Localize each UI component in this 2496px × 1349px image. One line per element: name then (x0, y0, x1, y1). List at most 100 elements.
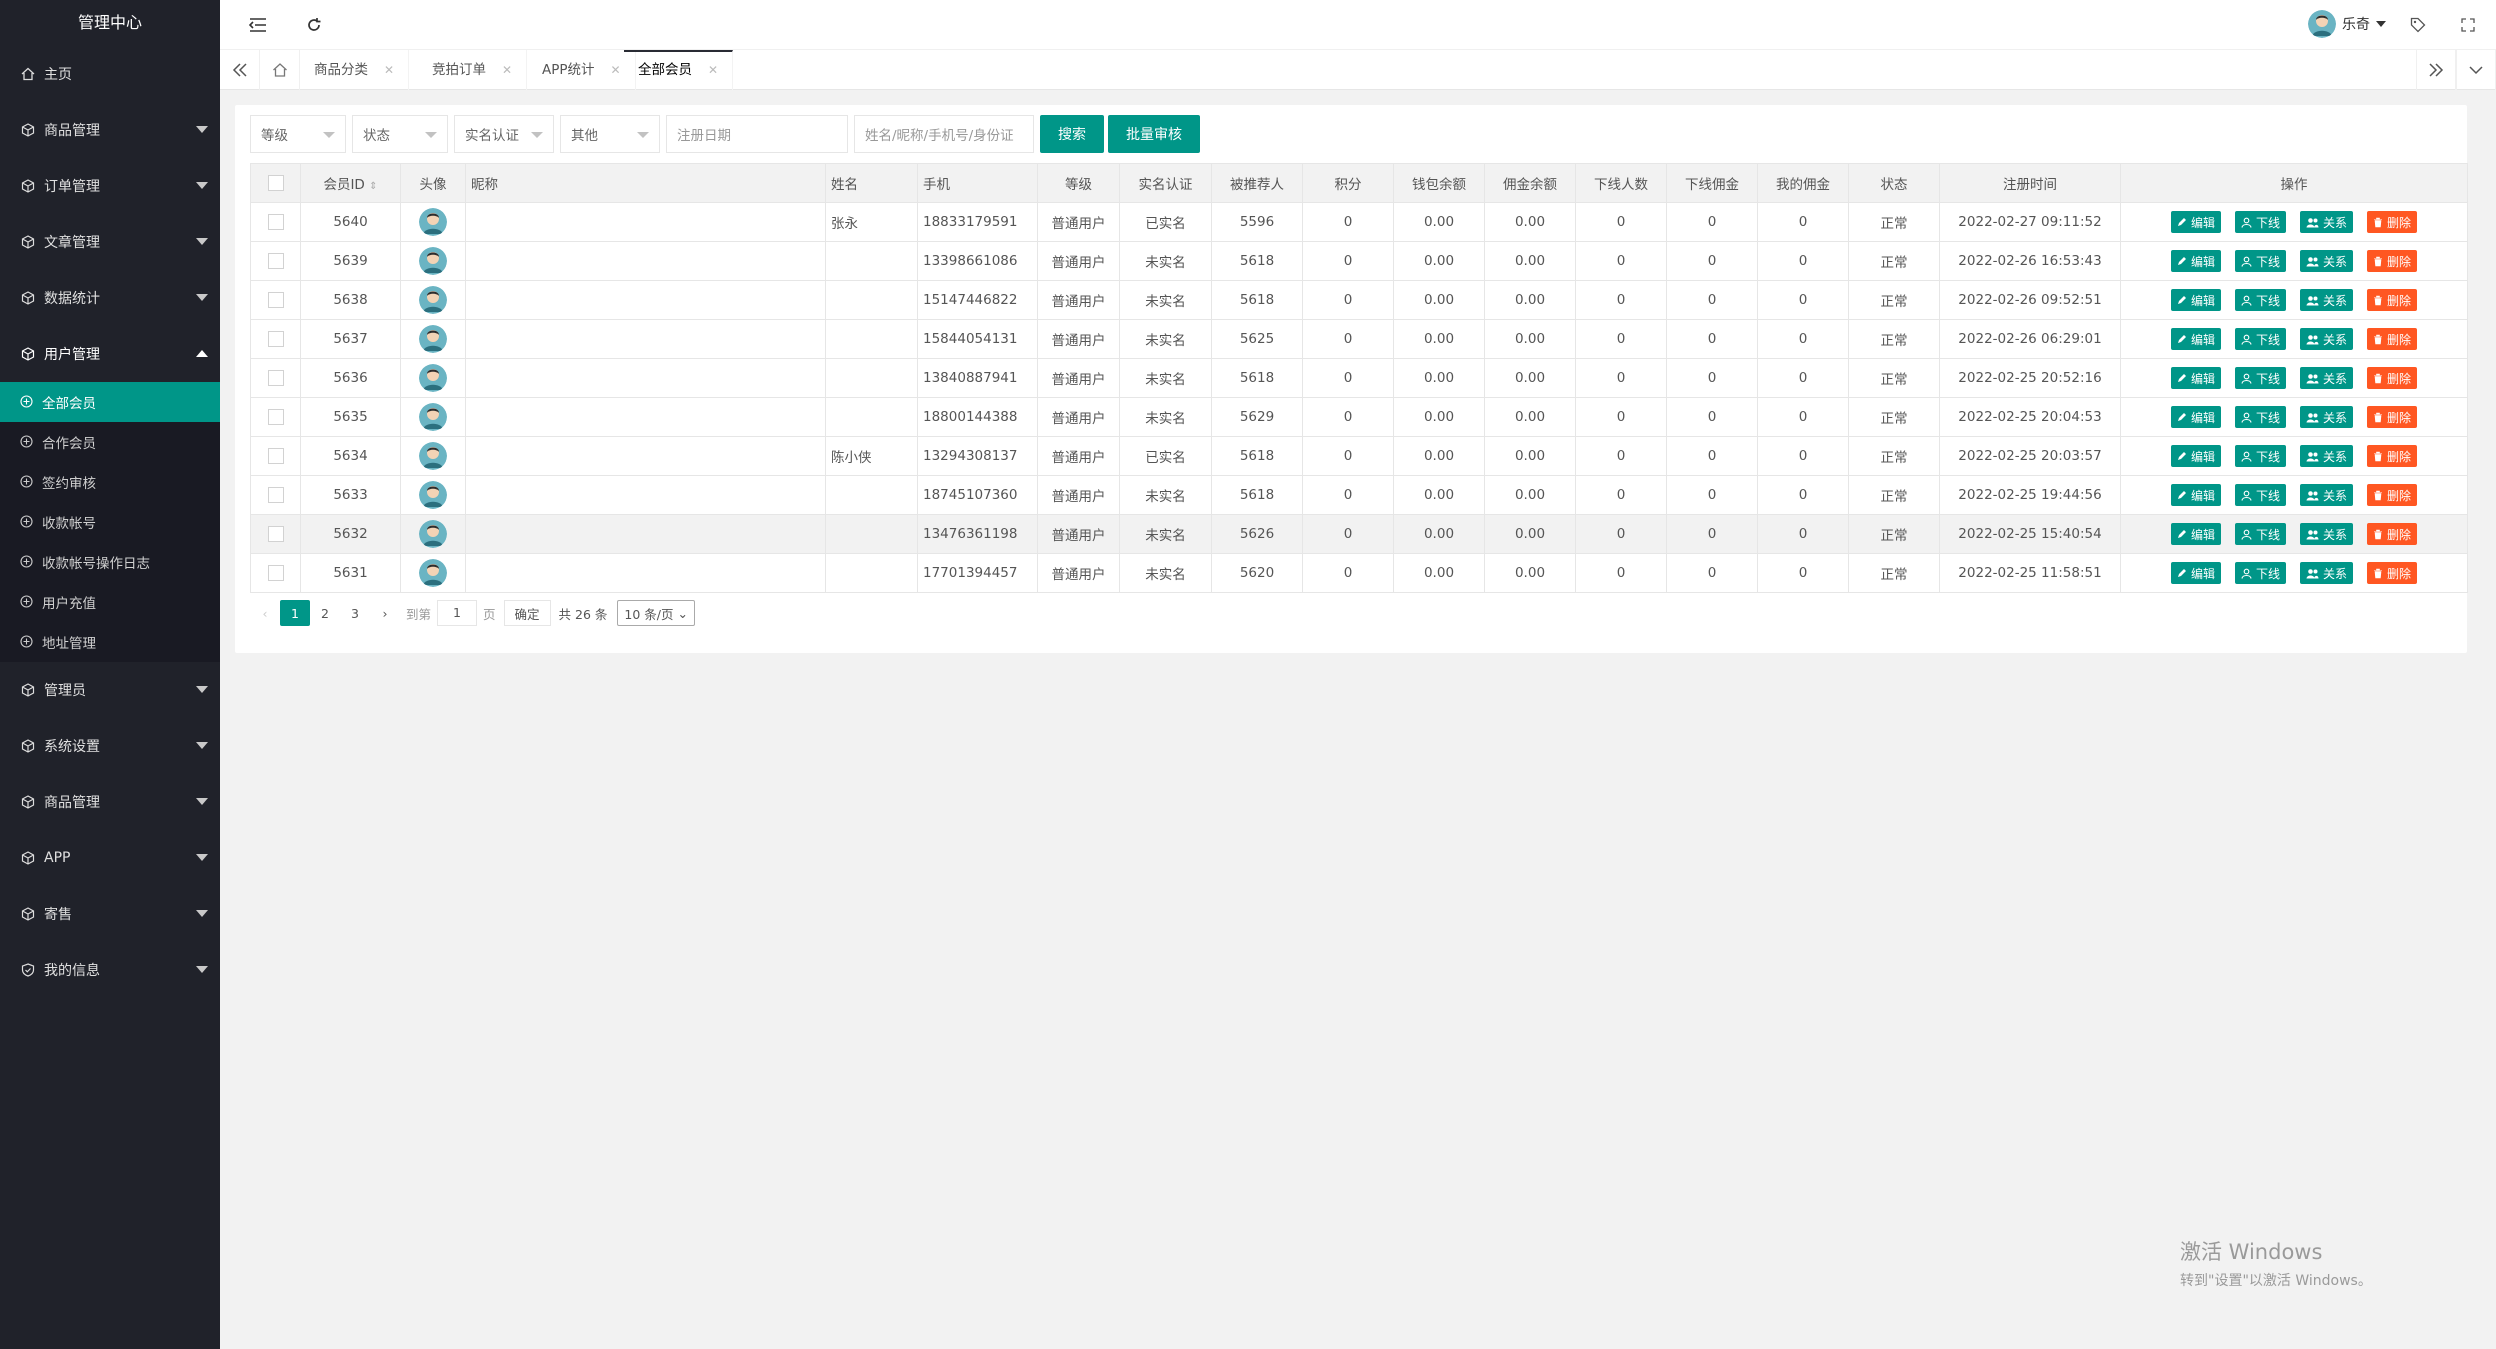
delete-button[interactable]: 删除 (2367, 562, 2418, 584)
offline-button[interactable]: 下线 (2234, 211, 2286, 233)
other-select[interactable]: 其他 (560, 115, 660, 153)
sidebar-item-my-info[interactable]: 我的信息 (0, 942, 220, 998)
table-row[interactable]: 5639 13398661086 普通用户 未实名 5618 0 0.00 0.00 0 0 0 正常… (250, 241, 2468, 281)
table-row[interactable]: 5640 张永 18833179591 普通用户 已实名 5596 0 0.00 0.00 0 0 0… (250, 202, 2468, 242)
sidebar-item-app[interactable]: APP (0, 830, 220, 886)
relation-button[interactable]: 关系 (2300, 562, 2354, 584)
tab-auction-orders[interactable]: 竞拍订单 ✕ (418, 50, 528, 90)
row-checkbox[interactable] (267, 214, 284, 230)
offline-button[interactable]: 下线 (2234, 523, 2286, 545)
goto-confirm-button[interactable]: 确定 (503, 600, 551, 626)
offline-button[interactable]: 下线 (2234, 289, 2286, 311)
row-checkbox[interactable] (267, 526, 284, 542)
relation-button[interactable]: 关系 (2300, 289, 2354, 311)
sidebar-item-settings[interactable]: 系统设置 (0, 718, 220, 774)
offline-button[interactable]: 下线 (2234, 484, 2286, 506)
sidebar-item-orders[interactable]: 订单管理 (0, 158, 220, 214)
row-checkbox[interactable] (267, 253, 284, 269)
sidebar-item-users[interactable]: 用户管理 (0, 326, 220, 382)
edit-button[interactable]: 编辑 (2170, 250, 2221, 272)
row-checkbox[interactable] (267, 331, 284, 347)
submenu-item-all-members[interactable]: 全部会员 (0, 382, 220, 422)
row-checkbox[interactable] (267, 409, 284, 425)
relation-button[interactable]: 关系 (2300, 406, 2354, 428)
row-checkbox[interactable] (267, 292, 284, 308)
sidebar-item-consign[interactable]: 寄售 (0, 886, 220, 942)
page-2[interactable]: 2 (310, 600, 340, 626)
close-icon[interactable]: ✕ (611, 63, 621, 77)
tabs-scroll-right-icon[interactable] (2416, 50, 2456, 90)
batch-review-button[interactable]: 批量审核 (1108, 115, 1200, 153)
user-menu[interactable]: 乐奇 (2308, 10, 2386, 38)
submenu-item-contract-review[interactable]: 签约审核 (0, 462, 220, 502)
relation-button[interactable]: 关系 (2300, 328, 2354, 350)
tag-icon[interactable] (2406, 13, 2430, 37)
edit-button[interactable]: 编辑 (2170, 328, 2221, 350)
table-row[interactable]: 5631 17701394457 普通用户 未实名 5620 0 0.00 0.00 0 0 0 正常… (250, 553, 2468, 593)
goto-page-input[interactable]: 1 (437, 600, 478, 626)
relation-button[interactable]: 关系 (2300, 211, 2354, 233)
edit-button[interactable]: 编辑 (2170, 445, 2221, 467)
fullscreen-icon[interactable] (2456, 13, 2480, 37)
page-1[interactable]: 1 (280, 600, 310, 626)
table-row[interactable]: 5632 13476361198 普通用户 未实名 5626 0 0.00 0.00 0 0 0 正常… (250, 514, 2468, 554)
search-button[interactable]: 搜索 (1040, 115, 1104, 153)
submenu-item-recharge[interactable]: 用户充值 (0, 582, 220, 622)
edit-button[interactable]: 编辑 (2170, 367, 2221, 389)
relation-button[interactable]: 关系 (2300, 445, 2354, 467)
delete-button[interactable]: 删除 (2367, 328, 2418, 350)
sidebar-item-home[interactable]: 主页 (0, 46, 220, 102)
delete-button[interactable]: 删除 (2367, 445, 2418, 467)
row-checkbox[interactable] (267, 565, 284, 581)
relation-button[interactable]: 关系 (2300, 250, 2354, 272)
edit-button[interactable]: 编辑 (2170, 289, 2221, 311)
edit-button[interactable]: 编辑 (2170, 562, 2221, 584)
sort-icon[interactable]: ⇕ (369, 181, 377, 192)
sidebar-item-stats[interactable]: 数据统计 (0, 270, 220, 326)
sidebar-item-articles[interactable]: 文章管理 (0, 214, 220, 270)
sidebar-item-goods-2[interactable]: 商品管理 (0, 774, 220, 830)
tab-all-members[interactable]: 全部会员 ✕ (624, 50, 734, 90)
row-checkbox[interactable] (267, 370, 284, 386)
edit-button[interactable]: 编辑 (2170, 406, 2221, 428)
col-member-id[interactable]: 会员ID ⇕ (300, 163, 401, 203)
tabs-scroll-left-icon[interactable] (220, 50, 260, 90)
edit-button[interactable]: 编辑 (2170, 484, 2221, 506)
close-icon[interactable]: ✕ (502, 63, 512, 77)
table-row[interactable]: 5633 18745107360 普通用户 未实名 5618 0 0.00 0.00 0 0 0 正常… (250, 475, 2468, 515)
delete-button[interactable]: 删除 (2367, 406, 2418, 428)
edit-button[interactable]: 编辑 (2170, 523, 2221, 545)
offline-button[interactable]: 下线 (2234, 562, 2286, 584)
offline-button[interactable]: 下线 (2234, 406, 2286, 428)
table-row[interactable]: 5634 陈小侠 13294308137 普通用户 已实名 5618 0 0.00 0.00 0 0… (250, 436, 2468, 476)
submenu-item-payee-accounts[interactable]: 收款帐号 (0, 502, 220, 542)
relation-button[interactable]: 关系 (2300, 367, 2354, 389)
delete-button[interactable]: 删除 (2367, 484, 2418, 506)
relation-button[interactable]: 关系 (2300, 484, 2354, 506)
relation-button[interactable]: 关系 (2300, 523, 2354, 545)
per-page-select[interactable]: 10 条/页 ⌄ (617, 600, 695, 626)
level-select[interactable]: 等级 (250, 115, 346, 153)
tabs-menu-chevron-icon[interactable] (2456, 50, 2496, 90)
close-icon[interactable]: ✕ (384, 63, 394, 77)
delete-button[interactable]: 删除 (2367, 367, 2418, 389)
submenu-item-partners[interactable]: 合作会员 (0, 422, 220, 462)
offline-button[interactable]: 下线 (2234, 328, 2286, 350)
sidebar-item-goods[interactable]: 商品管理 (0, 102, 220, 158)
table-row[interactable]: 5638 15147446822 普通用户 未实名 5618 0 0.00 0.00 0 0 0 正常… (250, 280, 2468, 320)
offline-button[interactable]: 下线 (2234, 445, 2286, 467)
reg-date-input[interactable]: 注册日期 (666, 115, 848, 153)
sidebar-item-admins[interactable]: 管理员 (0, 662, 220, 718)
close-icon[interactable]: ✕ (708, 63, 718, 77)
realname-select[interactable]: 实名认证 (454, 115, 554, 153)
status-select[interactable]: 状态 (352, 115, 448, 153)
prev-page-icon[interactable]: ‹ (250, 600, 280, 626)
page-3[interactable]: 3 (340, 600, 370, 626)
row-checkbox[interactable] (267, 487, 284, 503)
edit-button[interactable]: 编辑 (2170, 211, 2221, 233)
offline-button[interactable]: 下线 (2234, 250, 2286, 272)
submenu-item-payee-log[interactable]: 收款帐号操作日志 (0, 542, 220, 582)
delete-button[interactable]: 删除 (2367, 211, 2418, 233)
row-checkbox[interactable] (267, 448, 284, 464)
refresh-icon[interactable] (302, 13, 326, 37)
